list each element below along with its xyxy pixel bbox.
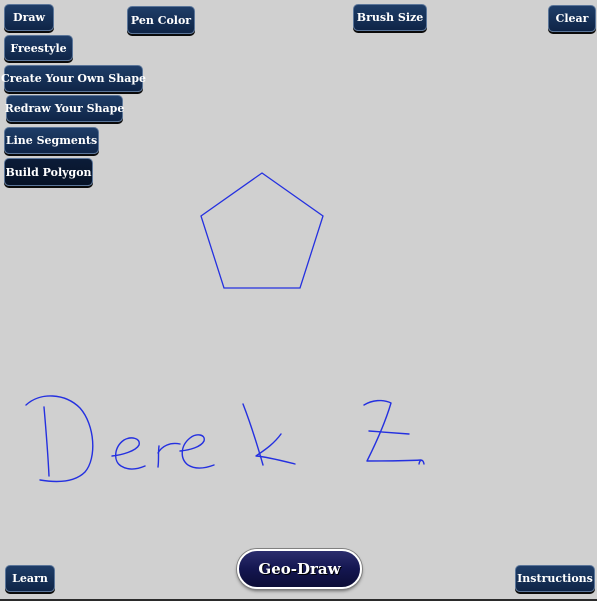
build-polygon-button[interactable]: Build Polygon <box>4 158 93 186</box>
freehand-drawing <box>25 395 425 483</box>
freehand-stroke-d-stem <box>43 406 50 477</box>
pentagon-shape <box>200 172 324 289</box>
freehand-stroke-r <box>157 442 181 468</box>
learn-button[interactable]: Learn <box>5 565 55 592</box>
geo-draw-app: { "toolbar": { "draw": "Draw", "pen_colo… <box>0 0 597 601</box>
redraw-your-shape-button[interactable]: Redraw Your Shape <box>5 95 124 122</box>
clear-button[interactable]: Clear <box>548 5 596 32</box>
line-segments-button[interactable]: Line Segments <box>4 127 99 154</box>
freehand-stroke-period <box>418 459 425 465</box>
freehand-stroke-e2 <box>179 434 215 469</box>
brush-size-button[interactable]: Brush Size <box>353 4 427 31</box>
freehand-stroke-z-cross <box>368 430 410 435</box>
instructions-button[interactable]: Instructions <box>515 565 595 592</box>
geo-draw-logo: Geo-Draw <box>237 549 362 589</box>
pen-color-button[interactable]: Pen Color <box>127 6 195 34</box>
create-your-own-shape-button[interactable]: Create Your Own Shape <box>1 65 146 92</box>
draw-button[interactable]: Draw <box>4 4 54 31</box>
freehand-stroke-e1 <box>111 437 146 470</box>
freestyle-button[interactable]: Freestyle <box>4 35 73 61</box>
freehand-stroke-d-bowl <box>25 395 94 483</box>
geo-draw-logo-text: Geo-Draw <box>258 560 341 578</box>
